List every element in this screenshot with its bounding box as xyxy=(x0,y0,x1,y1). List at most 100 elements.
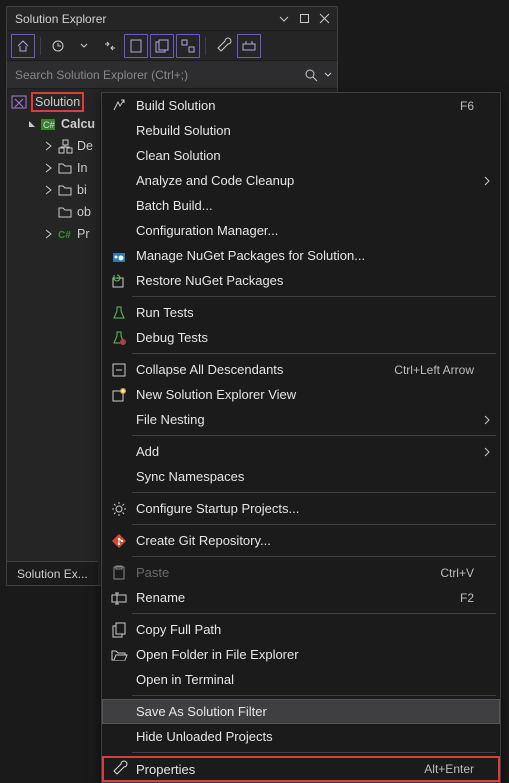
menu-item-run-tests[interactable]: Run Tests xyxy=(102,300,500,325)
menu-item-label: Configure Startup Projects... xyxy=(130,501,480,516)
close-icon[interactable] xyxy=(315,10,333,28)
expander-closed-icon[interactable] xyxy=(41,227,55,241)
tree-item-label: bi xyxy=(77,183,87,197)
panel-titlebar: Solution Explorer xyxy=(7,7,337,31)
blank-icon xyxy=(108,702,130,722)
menu-item-batch[interactable]: Batch Build... xyxy=(102,193,500,218)
menu-item-shortcut: Ctrl+V xyxy=(440,566,480,580)
csharp-project-icon: C# xyxy=(41,116,57,132)
panel-tab-label: Solution Ex... xyxy=(17,567,88,581)
menu-item-properties[interactable]: PropertiesAlt+Enter xyxy=(102,756,500,782)
menu-item-debug-tests[interactable]: Debug Tests xyxy=(102,325,500,350)
dropdown-icon[interactable] xyxy=(72,34,96,58)
preview-icon[interactable] xyxy=(237,34,261,58)
folder-open-icon xyxy=(108,645,130,665)
dropdown-arrow-icon[interactable] xyxy=(275,10,293,28)
menu-item-nuget-manage[interactable]: Manage NuGet Packages for Solution... xyxy=(102,243,500,268)
menu-separator xyxy=(132,435,496,436)
blank-icon xyxy=(108,196,130,216)
context-menu: Build SolutionF6Rebuild Solution Clean So… xyxy=(101,92,501,783)
search-dropdown-icon[interactable] xyxy=(323,72,333,78)
restore-icon xyxy=(108,271,130,291)
nuget-icon xyxy=(108,246,130,266)
menu-separator xyxy=(132,524,496,525)
expander-closed-icon[interactable] xyxy=(41,139,55,153)
paste-icon xyxy=(108,563,130,583)
menu-item-label: Add xyxy=(130,444,480,459)
menu-item-copy-path[interactable]: Copy Full Path xyxy=(102,617,500,642)
expander-open-icon[interactable] xyxy=(25,117,39,131)
menu-item-label: Analyze and Code Cleanup xyxy=(130,173,480,188)
menu-item-analyze[interactable]: Analyze and Code Cleanup xyxy=(102,168,500,193)
collapse-icon xyxy=(108,360,130,380)
menu-item-new-view[interactable]: New Solution Explorer View xyxy=(102,382,500,407)
menu-item-build[interactable]: Build SolutionF6 xyxy=(102,93,500,118)
menu-separator xyxy=(132,492,496,493)
gear-icon xyxy=(108,499,130,519)
menu-item-shortcut: F2 xyxy=(460,591,480,605)
menu-item-startup[interactable]: Configure Startup Projects... xyxy=(102,496,500,521)
search-input[interactable] xyxy=(11,68,299,82)
submenu-arrow-icon xyxy=(480,415,494,425)
menu-separator xyxy=(132,752,496,753)
folder-icon xyxy=(57,182,73,198)
tree-item-label: De xyxy=(77,139,93,153)
menu-item-shortcut: Ctrl+Left Arrow xyxy=(394,363,480,377)
submenu-arrow-icon xyxy=(480,447,494,457)
wrench-icon[interactable] xyxy=(211,34,235,58)
menu-item-hide-unloaded[interactable]: Hide Unloaded Projects xyxy=(102,724,500,749)
menu-item-shortcut: Alt+Enter xyxy=(424,762,480,776)
menu-item-clean[interactable]: Clean Solution xyxy=(102,143,500,168)
expander-closed-icon[interactable] xyxy=(41,183,55,197)
show-all-icon[interactable] xyxy=(176,34,200,58)
menu-item-paste: PasteCtrl+V xyxy=(102,560,500,585)
panel-tab[interactable]: Solution Ex... xyxy=(7,561,98,585)
menu-separator xyxy=(132,613,496,614)
search-icon[interactable] xyxy=(299,68,323,82)
menu-item-git[interactable]: Create Git Repository... xyxy=(102,528,500,553)
blank-icon xyxy=(108,442,130,462)
menu-item-label: Debug Tests xyxy=(130,330,480,345)
expander-spacer xyxy=(41,205,55,219)
file-icon[interactable] xyxy=(124,34,148,58)
menu-item-collapse[interactable]: Collapse All DescendantsCtrl+Left Arrow xyxy=(102,357,500,382)
menu-item-add[interactable]: Add xyxy=(102,439,500,464)
menu-item-rebuild[interactable]: Rebuild Solution xyxy=(102,118,500,143)
files-icon[interactable] xyxy=(150,34,174,58)
menu-item-rename[interactable]: RenameF2 xyxy=(102,585,500,610)
menu-item-label: Manage NuGet Packages for Solution... xyxy=(130,248,480,263)
blank-icon xyxy=(108,727,130,747)
menu-item-label: New Solution Explorer View xyxy=(130,387,480,402)
expander-closed-icon[interactable] xyxy=(41,161,55,175)
menu-item-config[interactable]: Configuration Manager... xyxy=(102,218,500,243)
project-label: Calcu xyxy=(61,117,95,131)
menu-item-file-nesting[interactable]: File Nesting xyxy=(102,407,500,432)
search-bar xyxy=(7,61,337,89)
menu-item-shortcut: F6 xyxy=(460,99,480,113)
sync-icon[interactable] xyxy=(98,34,122,58)
menu-item-label: Properties xyxy=(130,762,424,777)
menu-item-open-folder[interactable]: Open Folder in File Explorer xyxy=(102,642,500,667)
menu-item-terminal[interactable]: Open in Terminal xyxy=(102,667,500,692)
menu-item-nuget-restore[interactable]: Restore NuGet Packages xyxy=(102,268,500,293)
separator xyxy=(40,37,41,55)
menu-item-sync-ns[interactable]: Sync Namespaces xyxy=(102,464,500,489)
menu-item-label: Sync Namespaces xyxy=(130,469,480,484)
home-icon[interactable] xyxy=(11,34,35,58)
menu-item-label: Paste xyxy=(130,565,440,580)
git-icon xyxy=(108,531,130,551)
blank-icon xyxy=(108,467,130,487)
menu-item-label: Restore NuGet Packages xyxy=(130,273,480,288)
menu-item-label: File Nesting xyxy=(130,412,480,427)
menu-item-label: Clean Solution xyxy=(130,148,480,163)
history-icon[interactable] xyxy=(46,34,70,58)
folder-icon xyxy=(57,160,73,176)
solution-icon xyxy=(11,94,27,110)
menu-separator xyxy=(132,556,496,557)
maximize-icon[interactable] xyxy=(295,10,313,28)
panel-title: Solution Explorer xyxy=(15,12,273,26)
tree-item-label: Pr xyxy=(77,227,90,241)
blank-icon xyxy=(108,171,130,191)
menu-item-save-filter[interactable]: Save As Solution Filter xyxy=(102,699,500,724)
dependencies-icon xyxy=(57,138,73,154)
